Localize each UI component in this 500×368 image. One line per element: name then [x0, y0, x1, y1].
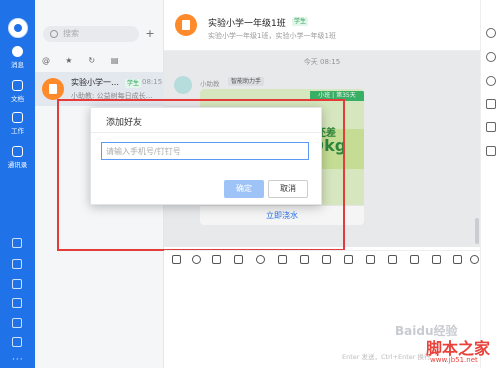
archive-filter-icon[interactable]: ▤ — [110, 56, 120, 65]
search-placeholder: 搜索 — [63, 29, 79, 38]
nav-item-work[interactable]: 工作 — [0, 112, 35, 142]
nav-item-messages[interactable]: 消息 — [0, 46, 35, 76]
checkbox-icon[interactable] — [322, 255, 331, 264]
nav-item-label: 文档 — [11, 95, 24, 103]
lightning-icon[interactable] — [366, 255, 375, 264]
chat-header: 实验小学一年级1班 学生 实验小学一年级1班，实验小学一年级1班 — [164, 0, 480, 51]
nav-item-label: 消息 — [11, 61, 24, 69]
chat-title[interactable]: 实验小学一年级1班 — [208, 16, 286, 29]
folder-icon[interactable] — [278, 255, 287, 264]
conversation-time: 08:15 — [142, 78, 163, 86]
compose-toolbar — [164, 250, 480, 269]
chat-tag: 学生 — [292, 17, 309, 26]
video-icon[interactable] — [410, 255, 419, 264]
bell-icon[interactable] — [12, 337, 22, 347]
gif-icon[interactable] — [172, 255, 181, 264]
right-rail — [480, 0, 500, 368]
clipboard-icon[interactable] — [432, 255, 441, 264]
phone-icon[interactable] — [388, 255, 397, 264]
search-input[interactable]: 搜索 — [43, 26, 139, 42]
nav-item-label: 通讯录 — [7, 161, 28, 169]
grid-icon — [12, 112, 23, 123]
mention-filter-icon[interactable]: @ — [41, 56, 51, 65]
nav-item-docs[interactable]: 文档 — [0, 80, 35, 110]
site-url-watermark: www.jb51.net — [430, 356, 478, 364]
camera-icon[interactable] — [486, 146, 496, 156]
conversation-tag: 学生 — [125, 79, 142, 88]
folder-icon[interactable] — [486, 99, 496, 109]
user-avatar[interactable] — [8, 18, 28, 38]
megaphone-icon[interactable] — [486, 122, 496, 132]
lightning-icon[interactable] — [12, 279, 22, 289]
checklist-icon[interactable] — [12, 259, 22, 269]
add-button[interactable]: + — [144, 28, 156, 40]
more-icon[interactable] — [470, 255, 479, 264]
search-icon — [50, 30, 58, 38]
more-icon[interactable]: ··· — [12, 355, 24, 365]
star-filter-icon[interactable]: ★ — [64, 56, 74, 65]
scrollbar[interactable] — [475, 218, 479, 244]
refresh-filter-icon[interactable]: ↻ — [87, 56, 97, 65]
nav-item-label: 工作 — [11, 127, 24, 135]
document-icon[interactable] — [300, 255, 309, 264]
more-options-icon[interactable] — [486, 28, 496, 38]
mic-icon[interactable] — [453, 255, 462, 264]
chat-subtitle: 实验小学一年级1班，实验小学一年级1班 — [208, 32, 336, 40]
scissors-icon[interactable] — [234, 255, 243, 264]
group-avatar — [42, 78, 64, 100]
emoji-icon[interactable] — [192, 255, 201, 264]
filter-bar: @ ★ ↻ ▤ — [41, 56, 157, 68]
conversation-name: 实验小学一年级1班 — [71, 78, 123, 87]
send-hint: Enter 发送，Ctrl+Enter 换行 — [342, 353, 431, 361]
history-icon[interactable] — [486, 76, 496, 86]
chat-bubble-icon — [12, 46, 23, 57]
calendar-icon[interactable] — [344, 255, 353, 264]
chat-avatar[interactable] — [175, 14, 197, 36]
mention-icon[interactable] — [256, 255, 265, 264]
nav-item-contacts[interactable]: 通讯录 — [0, 146, 35, 176]
document-icon — [12, 80, 23, 91]
contacts-icon — [12, 146, 23, 157]
mail-icon[interactable] — [12, 318, 22, 328]
thumbs-up-icon[interactable] — [212, 255, 221, 264]
left-nav: 消息 文档 工作 通讯录 ··· — [0, 0, 35, 368]
highlight-box — [57, 99, 345, 251]
phone-icon[interactable] — [12, 298, 22, 308]
add-member-icon[interactable] — [486, 52, 496, 62]
ding-icon[interactable] — [12, 238, 22, 248]
